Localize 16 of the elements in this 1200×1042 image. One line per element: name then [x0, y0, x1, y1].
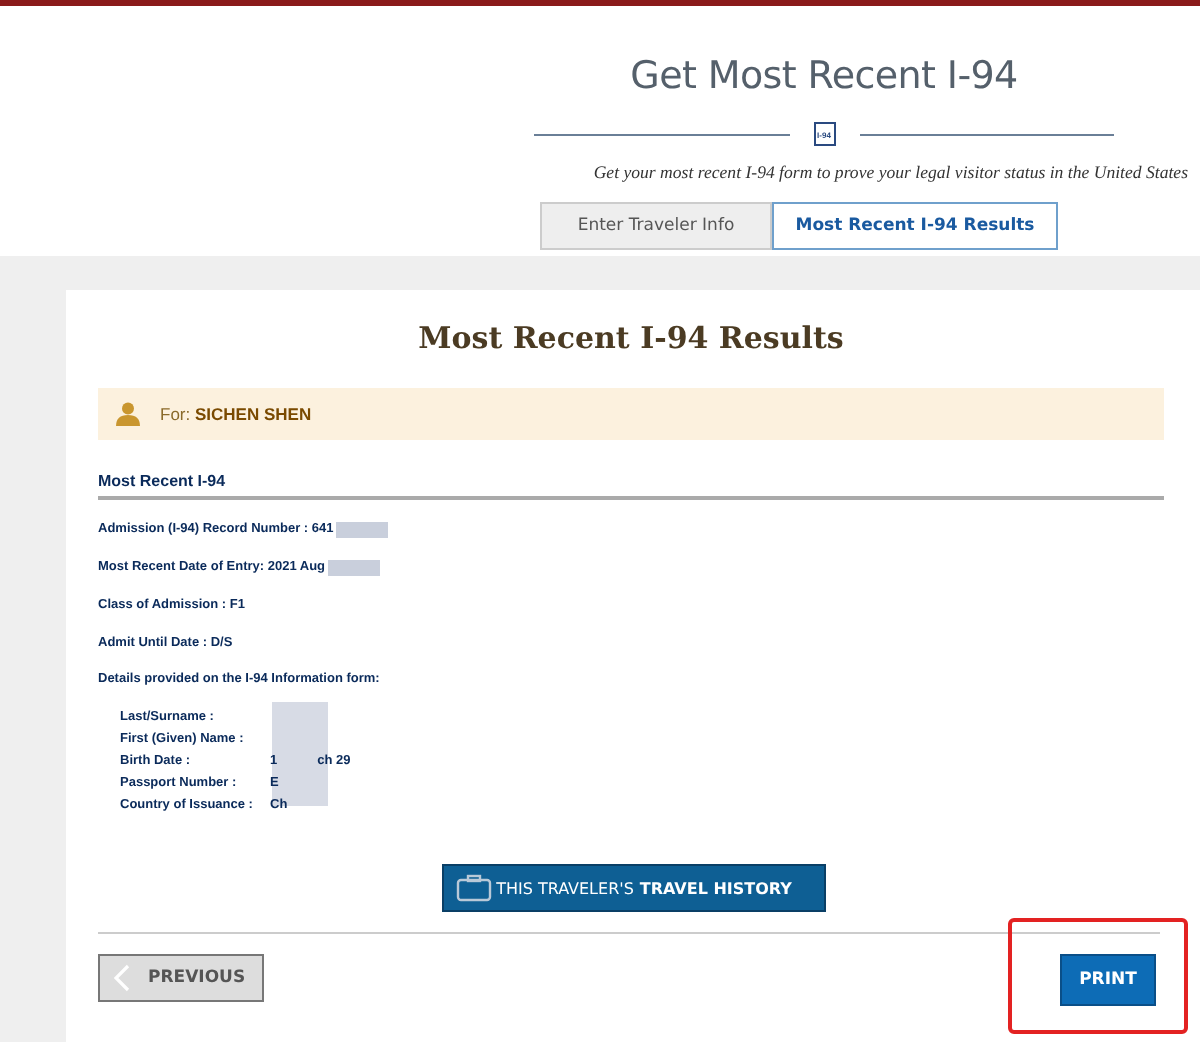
- page-title: Get Most Recent I-94: [630, 54, 1018, 98]
- previous-button[interactable]: PREVIOUS: [98, 954, 264, 1002]
- briefcase-icon: [456, 874, 493, 902]
- section-heading: Most Recent I-94: [98, 472, 1164, 500]
- travel-history-button[interactable]: THIS TRAVELER'S TRAVEL HISTORY: [442, 864, 826, 912]
- traveler-name: For: SICHEN SHEN: [160, 404, 312, 424]
- tab[interactable]: Enter Traveler Info: [540, 202, 772, 250]
- print-button[interactable]: PRINT: [1060, 954, 1156, 1006]
- tab[interactable]: Most Recent I-94 Results: [772, 202, 1058, 250]
- page-subtitle: Get your most recent I-94 form to prove your legal visitor status in the United States: [593, 162, 1188, 182]
- redaction-blur: [335, 521, 388, 537]
- results-title: Most Recent I-94 Results: [416, 320, 846, 356]
- person-icon: [116, 402, 140, 426]
- chevron-left-icon: [114, 964, 130, 992]
- redaction-blur: [327, 559, 380, 575]
- redaction-blur: [272, 702, 328, 806]
